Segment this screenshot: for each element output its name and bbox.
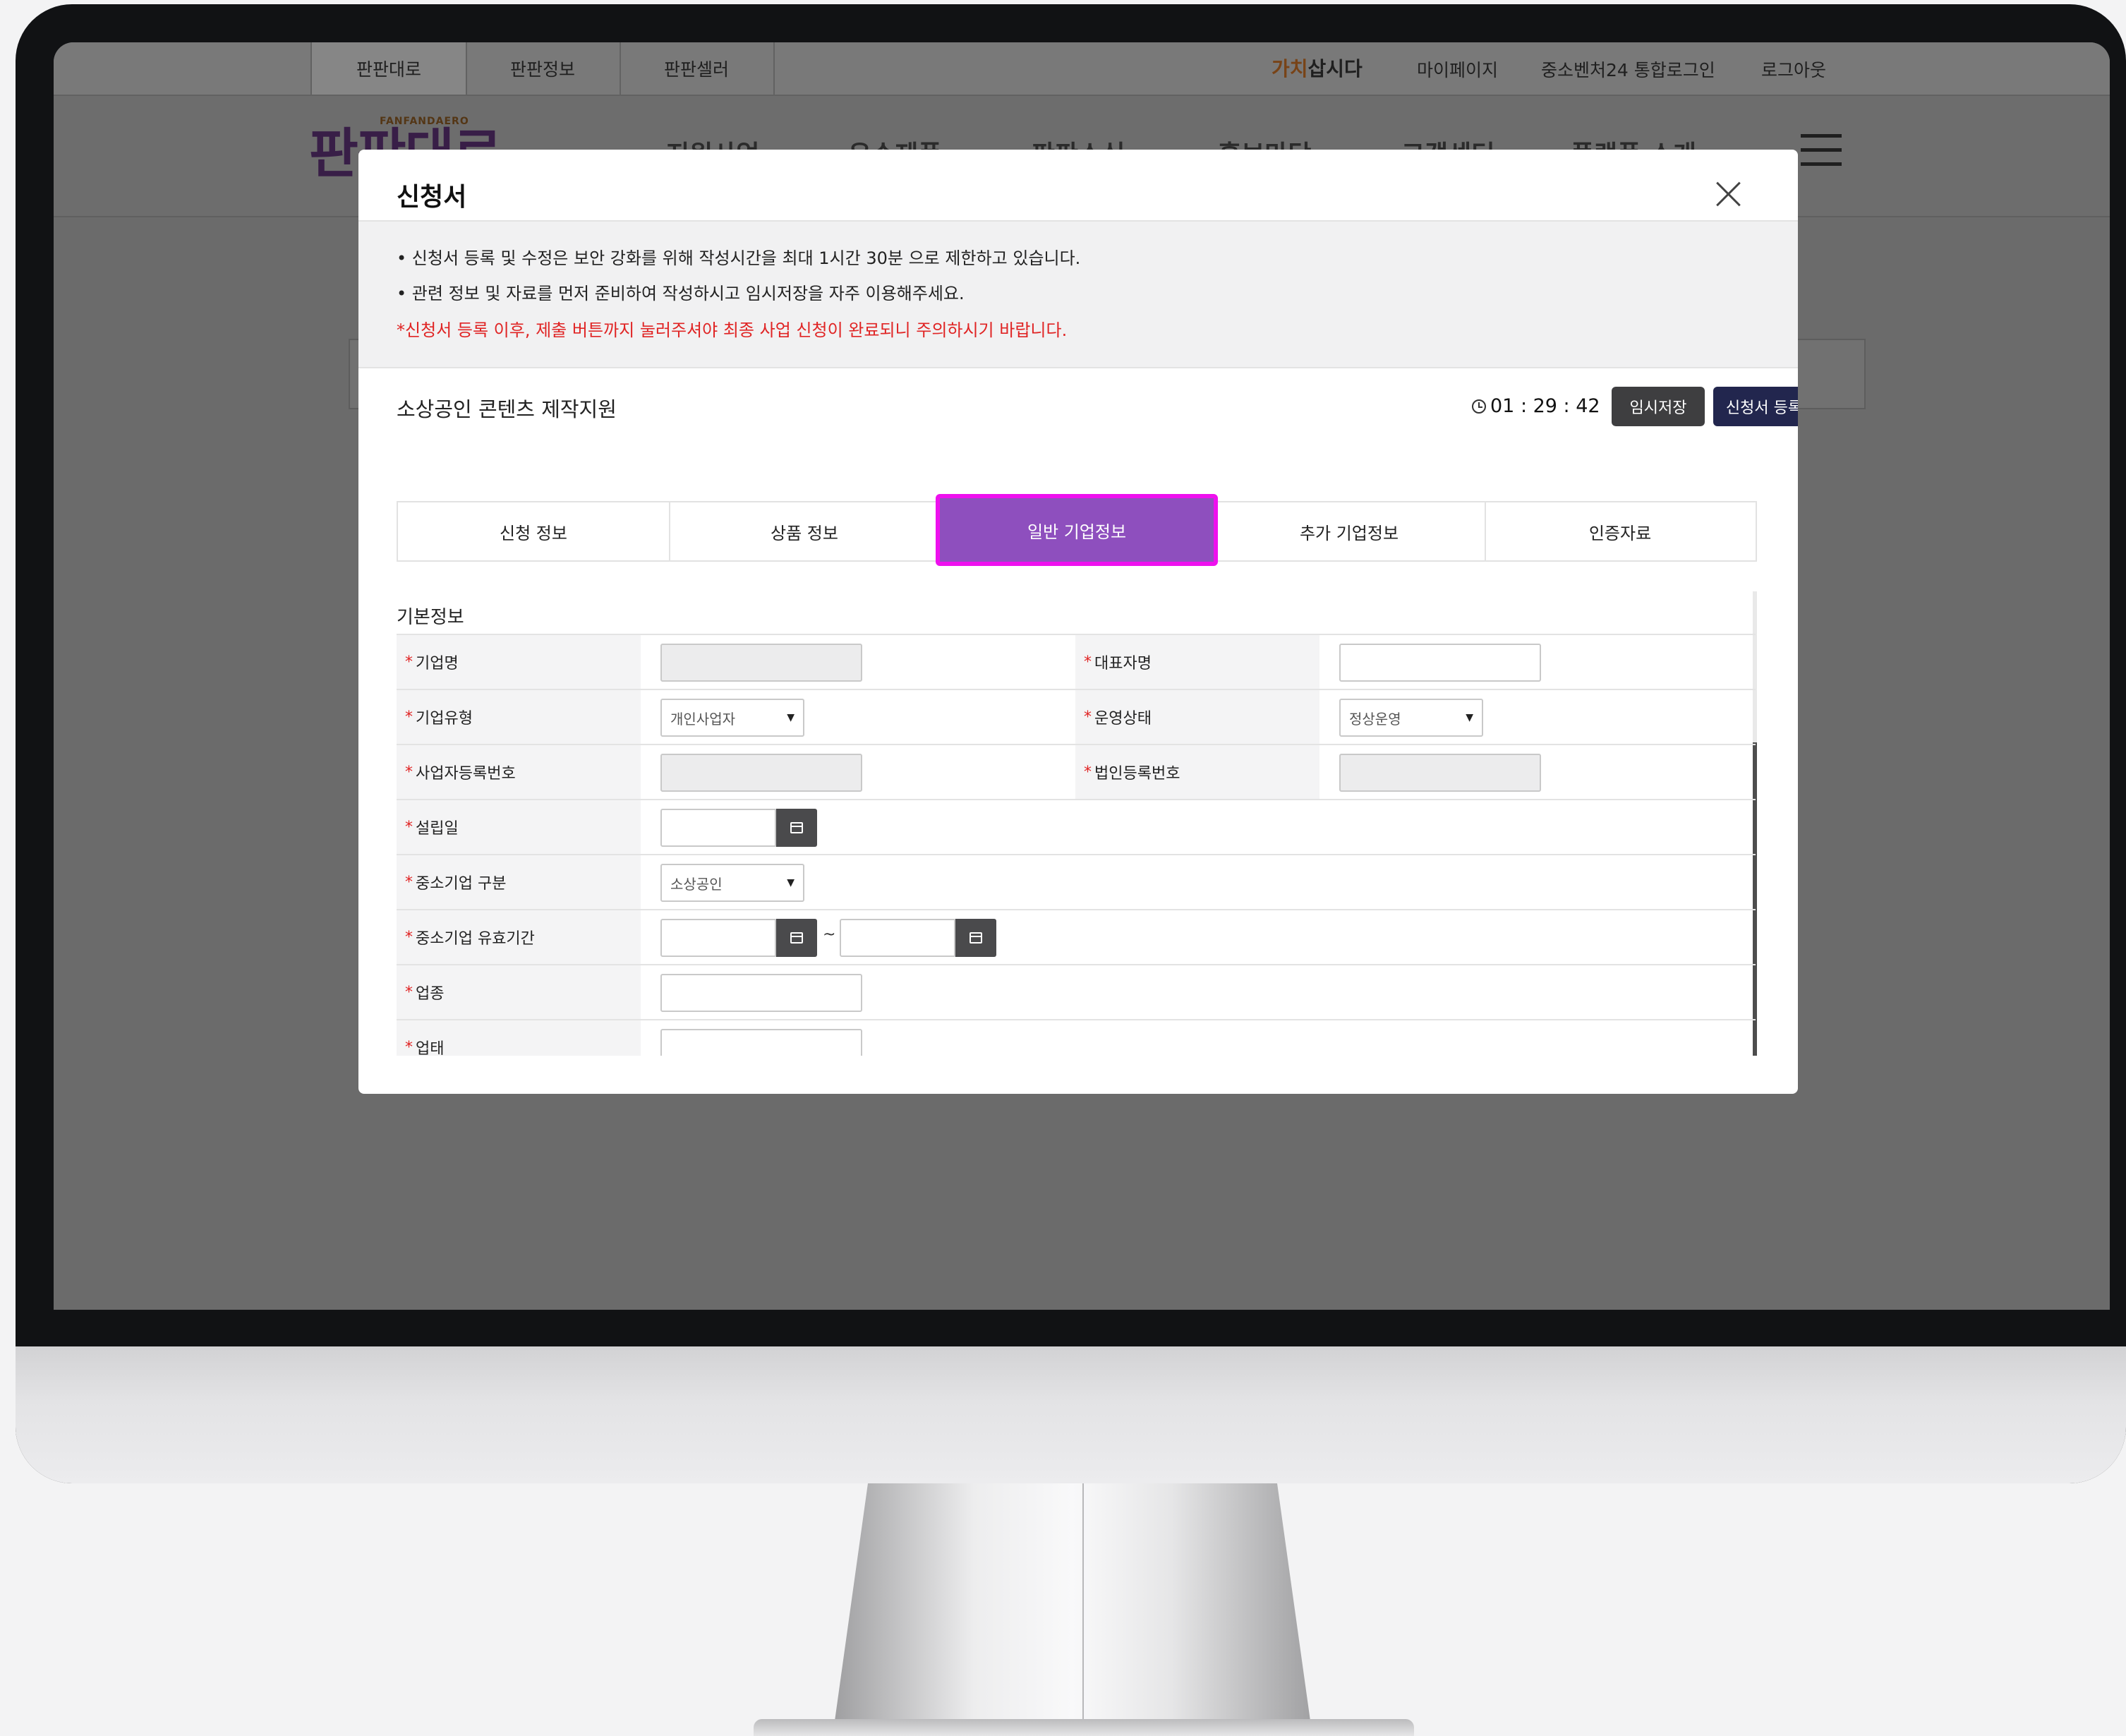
select-value: 개인사업자: [670, 710, 735, 728]
sme-valid-period-label: * 중소기업 유효기간: [397, 910, 641, 964]
tab-product-info[interactable]: 상품 정보: [669, 502, 941, 560]
tab-application-info[interactable]: 신청 정보: [398, 502, 670, 560]
select-value: 소상공인: [670, 875, 723, 893]
corp-reg-no-label: * 법인등록번호: [1075, 745, 1319, 799]
tab-certification[interactable]: 인증자료: [1485, 502, 1757, 560]
calendar-icon: [970, 932, 982, 944]
label-text: 법인등록번호: [1094, 765, 1180, 783]
business-type-input[interactable]: [660, 1029, 862, 1056]
tab-general-company-info[interactable]: 일반 기업정보: [936, 494, 1218, 566]
application-modal: 신청서 • 신청서 등록 및 수정은 보안 강화를 위해 작성시간을 최대 1시…: [358, 150, 1798, 1094]
label-text: 운영상태: [1094, 710, 1152, 728]
required-mark: *: [405, 1038, 413, 1056]
company-name-input: [660, 644, 862, 682]
screen: 판판대로 판판정보 판판셀러 가치삽시다 마이페이지 중소벤처24 통합로그인 …: [54, 42, 2110, 1310]
business-type-label: * 업태: [397, 1020, 641, 1056]
select-value: 정상운영: [1349, 710, 1401, 728]
required-mark: *: [405, 983, 413, 1001]
corp-reg-no-input: [1339, 754, 1541, 792]
notice-line: • 신청서 등록 및 수정은 보안 강화를 위해 작성시간을 최대 1시간 30…: [397, 248, 1081, 268]
operation-status-label: * 운영상태: [1075, 690, 1319, 744]
label-text: 대표자명: [1094, 655, 1152, 673]
company-type-label: * 기업유형: [397, 690, 641, 744]
sme-category-select[interactable]: 소상공인 ▼: [660, 864, 804, 902]
calendar-button[interactable]: [955, 919, 996, 957]
sme-category-label: * 중소기업 구분: [397, 855, 641, 909]
table-row: * 기업명 * 대표자명: [397, 634, 1756, 689]
calendar-icon: [790, 822, 803, 833]
label-text: 사업자등록번호: [416, 765, 516, 783]
operation-status-select[interactable]: 정상운영 ▼: [1339, 699, 1483, 737]
register-application-button[interactable]: 신청서 등록: [1713, 387, 1798, 426]
monitor-stand: [833, 1483, 1312, 1736]
label-text: 중소기업 유효기간: [416, 930, 535, 948]
monitor-stand-seam: [1082, 1483, 1084, 1736]
tab-additional-company-info[interactable]: 추가 기업정보: [1214, 502, 1486, 560]
calendar-icon: [790, 932, 803, 944]
industry-input[interactable]: [660, 974, 862, 1012]
company-type-select[interactable]: 개인사업자 ▼: [660, 699, 804, 737]
required-mark: *: [405, 928, 413, 946]
label-text: 중소기업 구분: [416, 875, 507, 893]
calendar-button[interactable]: [776, 919, 817, 957]
table-row: * 설립일: [397, 799, 1756, 854]
established-date-input[interactable]: [660, 809, 776, 847]
monitor-chin: [16, 1346, 2126, 1483]
label-text: 기업명: [416, 655, 459, 673]
label-text: 설립일: [416, 820, 459, 838]
required-mark: *: [1084, 763, 1092, 781]
form-tabs: 신청 정보 상품 정보 추가 기업정보 인증자료 일반 기업정보: [397, 494, 1757, 566]
label-text: 업태: [416, 1040, 445, 1056]
section-title: 기본정보: [397, 607, 464, 628]
required-mark: *: [1084, 653, 1092, 671]
required-mark: *: [1084, 708, 1092, 726]
business-reg-no-label: * 사업자등록번호: [397, 745, 641, 799]
notice-box: • 신청서 등록 및 수정은 보안 강화를 위해 작성시간을 최대 1시간 30…: [358, 220, 1798, 368]
temp-save-button[interactable]: 임시저장: [1612, 387, 1705, 426]
ceo-name-label: * 대표자명: [1075, 635, 1319, 689]
session-timer: 01 : 29 : 42: [1472, 395, 1600, 417]
caret-down-icon: ▼: [787, 712, 795, 723]
clock-icon: [1472, 399, 1486, 414]
company-name-label: * 기업명: [397, 635, 641, 689]
notice-line: • 관련 정보 및 자료를 먼저 준비하여 작성하시고 임시저장을 자주 이용해…: [397, 284, 965, 303]
caret-down-icon: ▼: [1466, 712, 1473, 723]
sme-valid-end-input[interactable]: [840, 919, 955, 957]
required-mark: *: [405, 653, 413, 671]
table-row: * 사업자등록번호 * 법인등록번호: [397, 744, 1756, 799]
required-mark: *: [405, 818, 413, 836]
required-mark: *: [405, 708, 413, 726]
required-mark: *: [405, 873, 413, 891]
ceo-name-input[interactable]: [1339, 644, 1541, 682]
timer-value: 01 : 29 : 42: [1490, 395, 1600, 417]
table-row: * 중소기업 구분 소상공인 ▼: [397, 854, 1756, 909]
industry-label: * 업종: [397, 965, 641, 1019]
label-text: 기업유형: [416, 710, 473, 728]
business-reg-no-input: [660, 754, 862, 792]
modal-title: 신청서: [397, 183, 467, 212]
established-date-label: * 설립일: [397, 800, 641, 854]
program-title: 소상공인 콘텐츠 제작지원: [397, 397, 617, 421]
table-row: * 업태: [397, 1019, 1756, 1056]
range-separator: ~: [823, 926, 836, 944]
label-text: 업종: [416, 985, 445, 1003]
monitor-stand-base: [754, 1719, 1414, 1736]
calendar-button[interactable]: [776, 809, 817, 847]
close-icon[interactable]: [1712, 176, 1746, 210]
table-row: * 중소기업 유효기간 ~: [397, 909, 1756, 964]
required-mark: *: [405, 763, 413, 781]
warning-line: *신청서 등록 이후, 제출 버튼까지 눌러주셔야 최종 사업 신청이 완료되니…: [397, 320, 1068, 340]
table-row: * 기업유형 개인사업자 ▼ * 운영상태 정상운영 ▼: [397, 689, 1756, 744]
table-row: * 업종: [397, 964, 1756, 1019]
basic-info-form: * 기업명 * 대표자명 * 기업유형 개인사업자 ▼ * 운영상태 정상운영 ▼ * 사업자…: [397, 634, 1756, 1056]
sme-valid-start-input[interactable]: [660, 919, 776, 957]
caret-down-icon: ▼: [787, 877, 795, 888]
